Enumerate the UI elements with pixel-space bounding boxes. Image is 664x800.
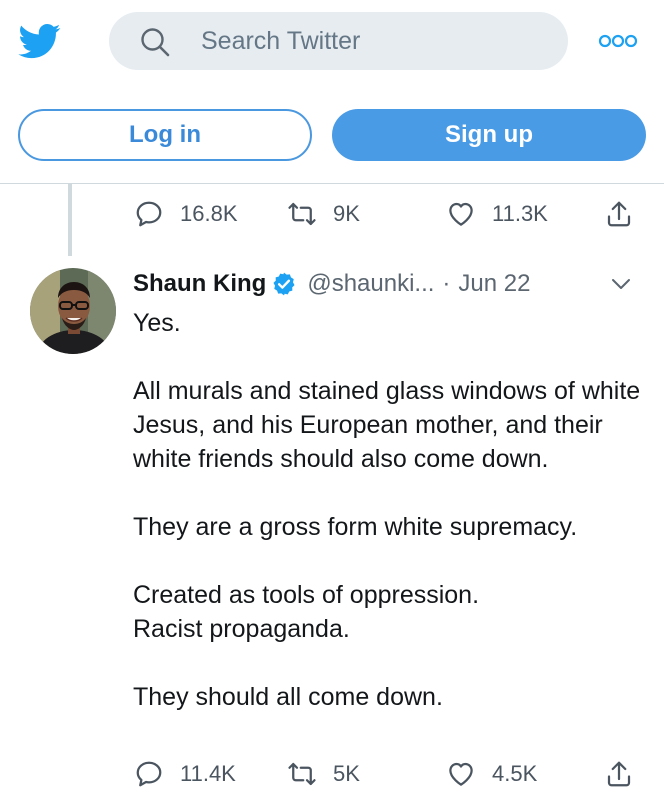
heart-icon: [449, 762, 473, 786]
search-icon: [141, 28, 170, 57]
retweet-icon: [288, 762, 316, 786]
tweet-paragraph: Racist propaganda.: [133, 615, 350, 643]
twitter-bird-icon[interactable]: [16, 20, 64, 62]
retweet-button[interactable]: 9K: [287, 194, 360, 234]
reply-icon: [136, 761, 162, 787]
top-bar: Search Twitter: [0, 0, 664, 84]
tweet-paragraph: Yes.: [133, 309, 181, 337]
reply-button[interactable]: 11.4K: [134, 754, 236, 794]
retweet-count: 5K: [333, 761, 360, 786]
search-placeholder: Search Twitter: [201, 27, 361, 55]
login-button[interactable]: Log in: [18, 109, 312, 161]
retweet-button[interactable]: 5K: [287, 754, 360, 794]
tweet-header: Shaun King @shaunki... · Jun 22: [133, 264, 530, 304]
tweet-date[interactable]: Jun 22: [458, 270, 530, 298]
share-button[interactable]: [604, 194, 634, 234]
separator-dot: ·: [442, 270, 451, 297]
tweet-text: Yes. All murals and stained glass window…: [133, 306, 643, 748]
avatar[interactable]: [30, 268, 116, 354]
share-icon: [607, 201, 631, 227]
reply-button[interactable]: 16.8K: [134, 194, 238, 234]
reply-count: 11.4K: [180, 761, 236, 786]
heart-icon: [449, 202, 473, 226]
like-button[interactable]: 11.3K: [446, 194, 548, 234]
retweet-icon: [288, 202, 316, 226]
tweet-paragraph: All murals and stained glass windows of …: [133, 377, 641, 473]
previous-tweet-actions: 16.8K 9K 11.3K: [0, 194, 664, 234]
search-input[interactable]: Search Twitter: [109, 12, 568, 70]
share-button[interactable]: [604, 754, 634, 794]
retweet-count: 9K: [333, 201, 360, 226]
tweet-paragraph: Created as tools of oppression.: [133, 581, 480, 609]
tweet-paragraph: They are a gross form white supremacy.: [133, 513, 578, 541]
author-handle[interactable]: @shaunki...: [307, 270, 434, 298]
author-name[interactable]: Shaun King: [133, 270, 266, 298]
like-count: 11.3K: [492, 201, 548, 226]
divider: [0, 183, 664, 184]
verified-badge-icon: [273, 272, 295, 296]
profile-photo: [30, 268, 116, 354]
tweet-actions: 11.4K 5K 4.5K: [0, 754, 664, 794]
reply-icon: [136, 201, 162, 227]
share-icon: [607, 761, 631, 787]
like-button[interactable]: 4.5K: [446, 754, 537, 794]
like-count: 4.5K: [492, 761, 538, 786]
signup-button[interactable]: Sign up: [332, 109, 646, 161]
more-dots-icon[interactable]: [598, 30, 638, 52]
reply-count: 16.8K: [180, 201, 238, 226]
auth-bar: Log in Sign up: [0, 100, 664, 170]
chevron-down-icon[interactable]: [610, 276, 632, 292]
tweet-paragraph: They should all come down.: [133, 683, 443, 711]
